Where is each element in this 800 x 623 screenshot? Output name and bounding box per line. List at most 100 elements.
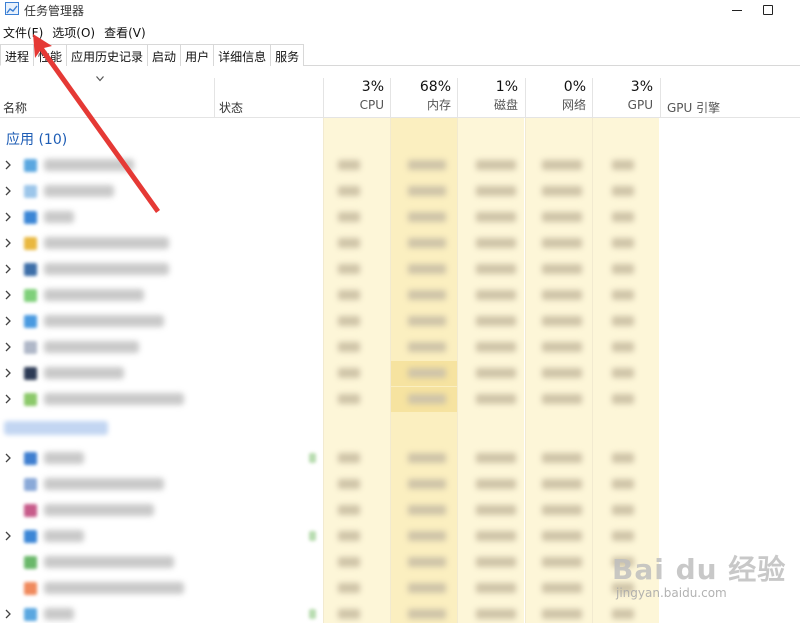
expand-chevron-icon[interactable] <box>5 290 12 300</box>
metric-cell-blurred <box>408 557 446 567</box>
metric-cell-blurred <box>612 212 634 222</box>
expand-chevron-icon[interactable] <box>5 394 12 404</box>
process-name-blurred <box>44 211 74 223</box>
disk-percent: 1% <box>495 79 518 95</box>
process-name-blurred <box>44 289 144 301</box>
tab-users[interactable]: 用户 <box>180 44 215 66</box>
process-row[interactable] <box>0 498 800 523</box>
expand-chevron-icon[interactable] <box>5 531 12 541</box>
process-row[interactable] <box>0 387 800 412</box>
column-cpu[interactable]: 3% CPU <box>323 78 390 118</box>
disk-label: 磁盘 <box>493 98 518 112</box>
metric-cell-blurred <box>612 316 634 326</box>
process-row[interactable] <box>0 205 800 230</box>
expand-chevron-icon[interactable] <box>5 160 12 170</box>
expand-chevron-icon[interactable] <box>5 186 12 196</box>
process-name-blurred <box>44 478 164 490</box>
process-row[interactable] <box>0 283 800 308</box>
column-memory[interactable]: 68% 内存 <box>390 78 457 118</box>
maximize-button[interactable] <box>745 0 791 20</box>
column-network[interactable]: 0% 网络 <box>525 78 592 118</box>
process-icon <box>24 504 37 517</box>
metric-cell-blurred <box>338 505 360 515</box>
process-row[interactable] <box>0 257 800 282</box>
column-disk[interactable]: 1% 磁盘 <box>457 78 524 118</box>
metric-cell-blurred <box>408 453 446 463</box>
process-name-blurred <box>44 556 174 568</box>
process-row[interactable] <box>0 153 800 178</box>
column-gpu[interactable]: 3% GPU <box>592 78 659 118</box>
metric-cell-blurred <box>542 609 582 619</box>
process-name-blurred <box>44 582 184 594</box>
metric-cell-blurred <box>338 479 360 489</box>
process-row[interactable] <box>0 524 800 549</box>
process-name-blurred <box>44 315 164 327</box>
process-row[interactable] <box>0 309 800 334</box>
menu-options[interactable]: 选项(O) <box>49 22 101 42</box>
maximize-icon <box>763 5 773 15</box>
expand-chevron-icon[interactable] <box>5 453 12 463</box>
expand-chevron-icon[interactable] <box>5 342 12 352</box>
expand-chevron-icon[interactable] <box>5 238 12 248</box>
tab-details[interactable]: 详细信息 <box>213 44 272 66</box>
metric-cell-blurred <box>408 290 446 300</box>
process-row[interactable] <box>0 179 800 204</box>
process-icon <box>24 556 37 569</box>
process-row[interactable] <box>0 361 800 386</box>
menu-view[interactable]: 查看(V) <box>101 22 152 42</box>
process-icon <box>24 341 37 354</box>
metric-cell-blurred <box>338 238 360 248</box>
expand-chevron-icon[interactable] <box>5 316 12 326</box>
process-row[interactable] <box>0 472 800 497</box>
column-gpu-engine[interactable]: GPU 引擎 <box>660 78 800 118</box>
tab-processes[interactable]: 进程 <box>0 44 35 66</box>
expand-chevron-icon[interactable] <box>5 609 12 619</box>
process-icon <box>24 159 37 172</box>
metric-cell-blurred <box>338 264 360 274</box>
metric-cell-blurred <box>408 609 446 619</box>
tab-startup[interactable]: 启动 <box>147 44 182 66</box>
process-name-blurred <box>44 504 154 516</box>
menu-file[interactable]: 文件(F) <box>0 22 49 42</box>
metric-cell-blurred <box>408 316 446 326</box>
sort-chevron-icon[interactable] <box>96 76 104 82</box>
status-leaf-icon <box>309 453 316 463</box>
metric-cell-blurred <box>408 479 446 489</box>
metric-cell-blurred <box>542 394 582 404</box>
metric-cell-blurred <box>542 264 582 274</box>
metric-cell-blurred <box>476 609 516 619</box>
metric-cell-blurred <box>338 186 360 196</box>
tab-strip: 进程 性能 应用历史记录 启动 用户 详细信息 服务 <box>0 44 800 66</box>
process-icon <box>24 289 37 302</box>
metric-cell-blurred <box>476 342 516 352</box>
process-name-blurred <box>44 159 134 171</box>
metric-cell-blurred <box>408 368 446 378</box>
expand-chevron-icon[interactable] <box>5 264 12 274</box>
tab-app-history[interactable]: 应用历史记录 <box>66 44 149 66</box>
process-row[interactable] <box>0 335 800 360</box>
metric-cell-blurred <box>612 264 634 274</box>
metric-cell-blurred <box>338 453 360 463</box>
window-title: 任务管理器 <box>24 4 85 18</box>
process-name-blurred <box>44 263 169 275</box>
metric-cell-blurred <box>612 609 634 619</box>
metric-cell-blurred <box>476 160 516 170</box>
status-leaf-icon <box>309 531 316 541</box>
tab-services[interactable]: 服务 <box>270 44 305 66</box>
metric-cell-blurred <box>408 264 446 274</box>
metric-cell-blurred <box>476 583 516 593</box>
process-row[interactable] <box>0 231 800 256</box>
metric-cell-blurred <box>476 453 516 463</box>
process-icon <box>24 582 37 595</box>
process-name-blurred <box>44 393 184 405</box>
memory-label: 内存 <box>426 98 451 112</box>
expand-chevron-icon[interactable] <box>5 368 12 378</box>
process-name-blurred <box>44 608 74 620</box>
column-name[interactable]: 名称 <box>3 99 27 116</box>
column-status[interactable]: 状态 <box>219 99 243 116</box>
process-name-blurred <box>44 530 84 542</box>
expand-chevron-icon[interactable] <box>5 212 12 222</box>
process-row[interactable] <box>0 446 800 471</box>
tab-performance[interactable]: 性能 <box>33 44 68 66</box>
metric-cell-blurred <box>542 186 582 196</box>
